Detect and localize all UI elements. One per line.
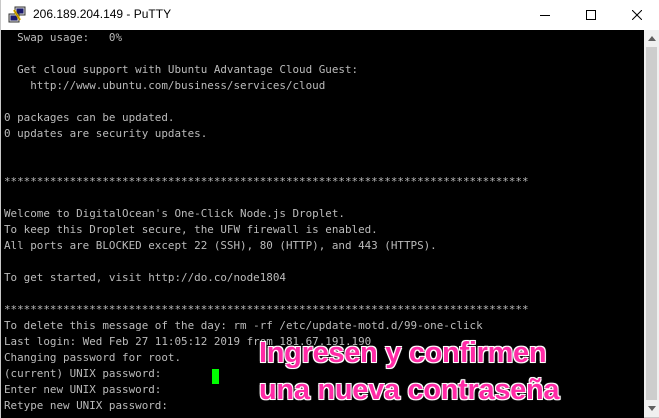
maximize-button[interactable]: [568, 0, 614, 30]
terminal-line: Welcome to DigitalOcean's One-Click Node…: [4, 207, 345, 220]
close-button[interactable]: [614, 0, 659, 30]
terminal-line: 0 packages can be updated.: [4, 111, 175, 124]
window-title: 206.189.204.149 - PuTTY: [33, 7, 172, 21]
scroll-thumb[interactable]: [646, 47, 657, 400]
terminal-line: To keep this Droplet secure, the UFW fir…: [4, 223, 378, 236]
terminal-line: Get cloud support with Ubuntu Advantage …: [4, 63, 359, 76]
minimize-icon: [540, 15, 550, 16]
chevron-up-icon: [647, 36, 656, 41]
terminal-line: 0 updates are security updates.: [4, 127, 208, 140]
terminal-line: All ports are BLOCKED except 22 (SSH), 8…: [4, 239, 437, 252]
maximize-icon: [586, 10, 596, 20]
scroll-down-button[interactable]: [644, 400, 659, 417]
title-bar[interactable]: 206.189.204.149 - PuTTY: [1, 0, 659, 30]
annotation-line-2: una nueva contraseña: [259, 374, 560, 406]
chevron-down-icon: [647, 406, 656, 411]
separator-line: ****************************************…: [4, 175, 529, 188]
password-prompt: Retype new UNIX password:: [4, 399, 175, 412]
terminal-line: (current) UNIX password:: [4, 367, 162, 380]
terminal-line: Swap usage: 0%: [4, 31, 123, 44]
annotation-line-1: Ingresen y confirmen: [259, 337, 547, 369]
putty-icon[interactable]: [8, 6, 26, 24]
terminal-cursor: [212, 369, 219, 384]
terminal-line: To get started, visit http://do.co/node1…: [4, 271, 286, 284]
terminal-line: http://www.ubuntu.com/business/services/…: [4, 79, 326, 92]
close-icon: [632, 10, 642, 20]
terminal-line: To delete this message of the day: rm -r…: [4, 319, 483, 332]
separator-line: ****************************************…: [4, 303, 529, 316]
scroll-up-button[interactable]: [644, 30, 659, 47]
putty-window: 206.189.204.149 - PuTTY Swap usage: 0% G…: [0, 0, 659, 418]
terminal-line: Changing password for root.: [4, 351, 182, 364]
terminal-line: Enter new UNIX password:: [4, 383, 162, 396]
vertical-scrollbar[interactable]: [644, 30, 659, 417]
minimize-button[interactable]: [522, 0, 568, 30]
